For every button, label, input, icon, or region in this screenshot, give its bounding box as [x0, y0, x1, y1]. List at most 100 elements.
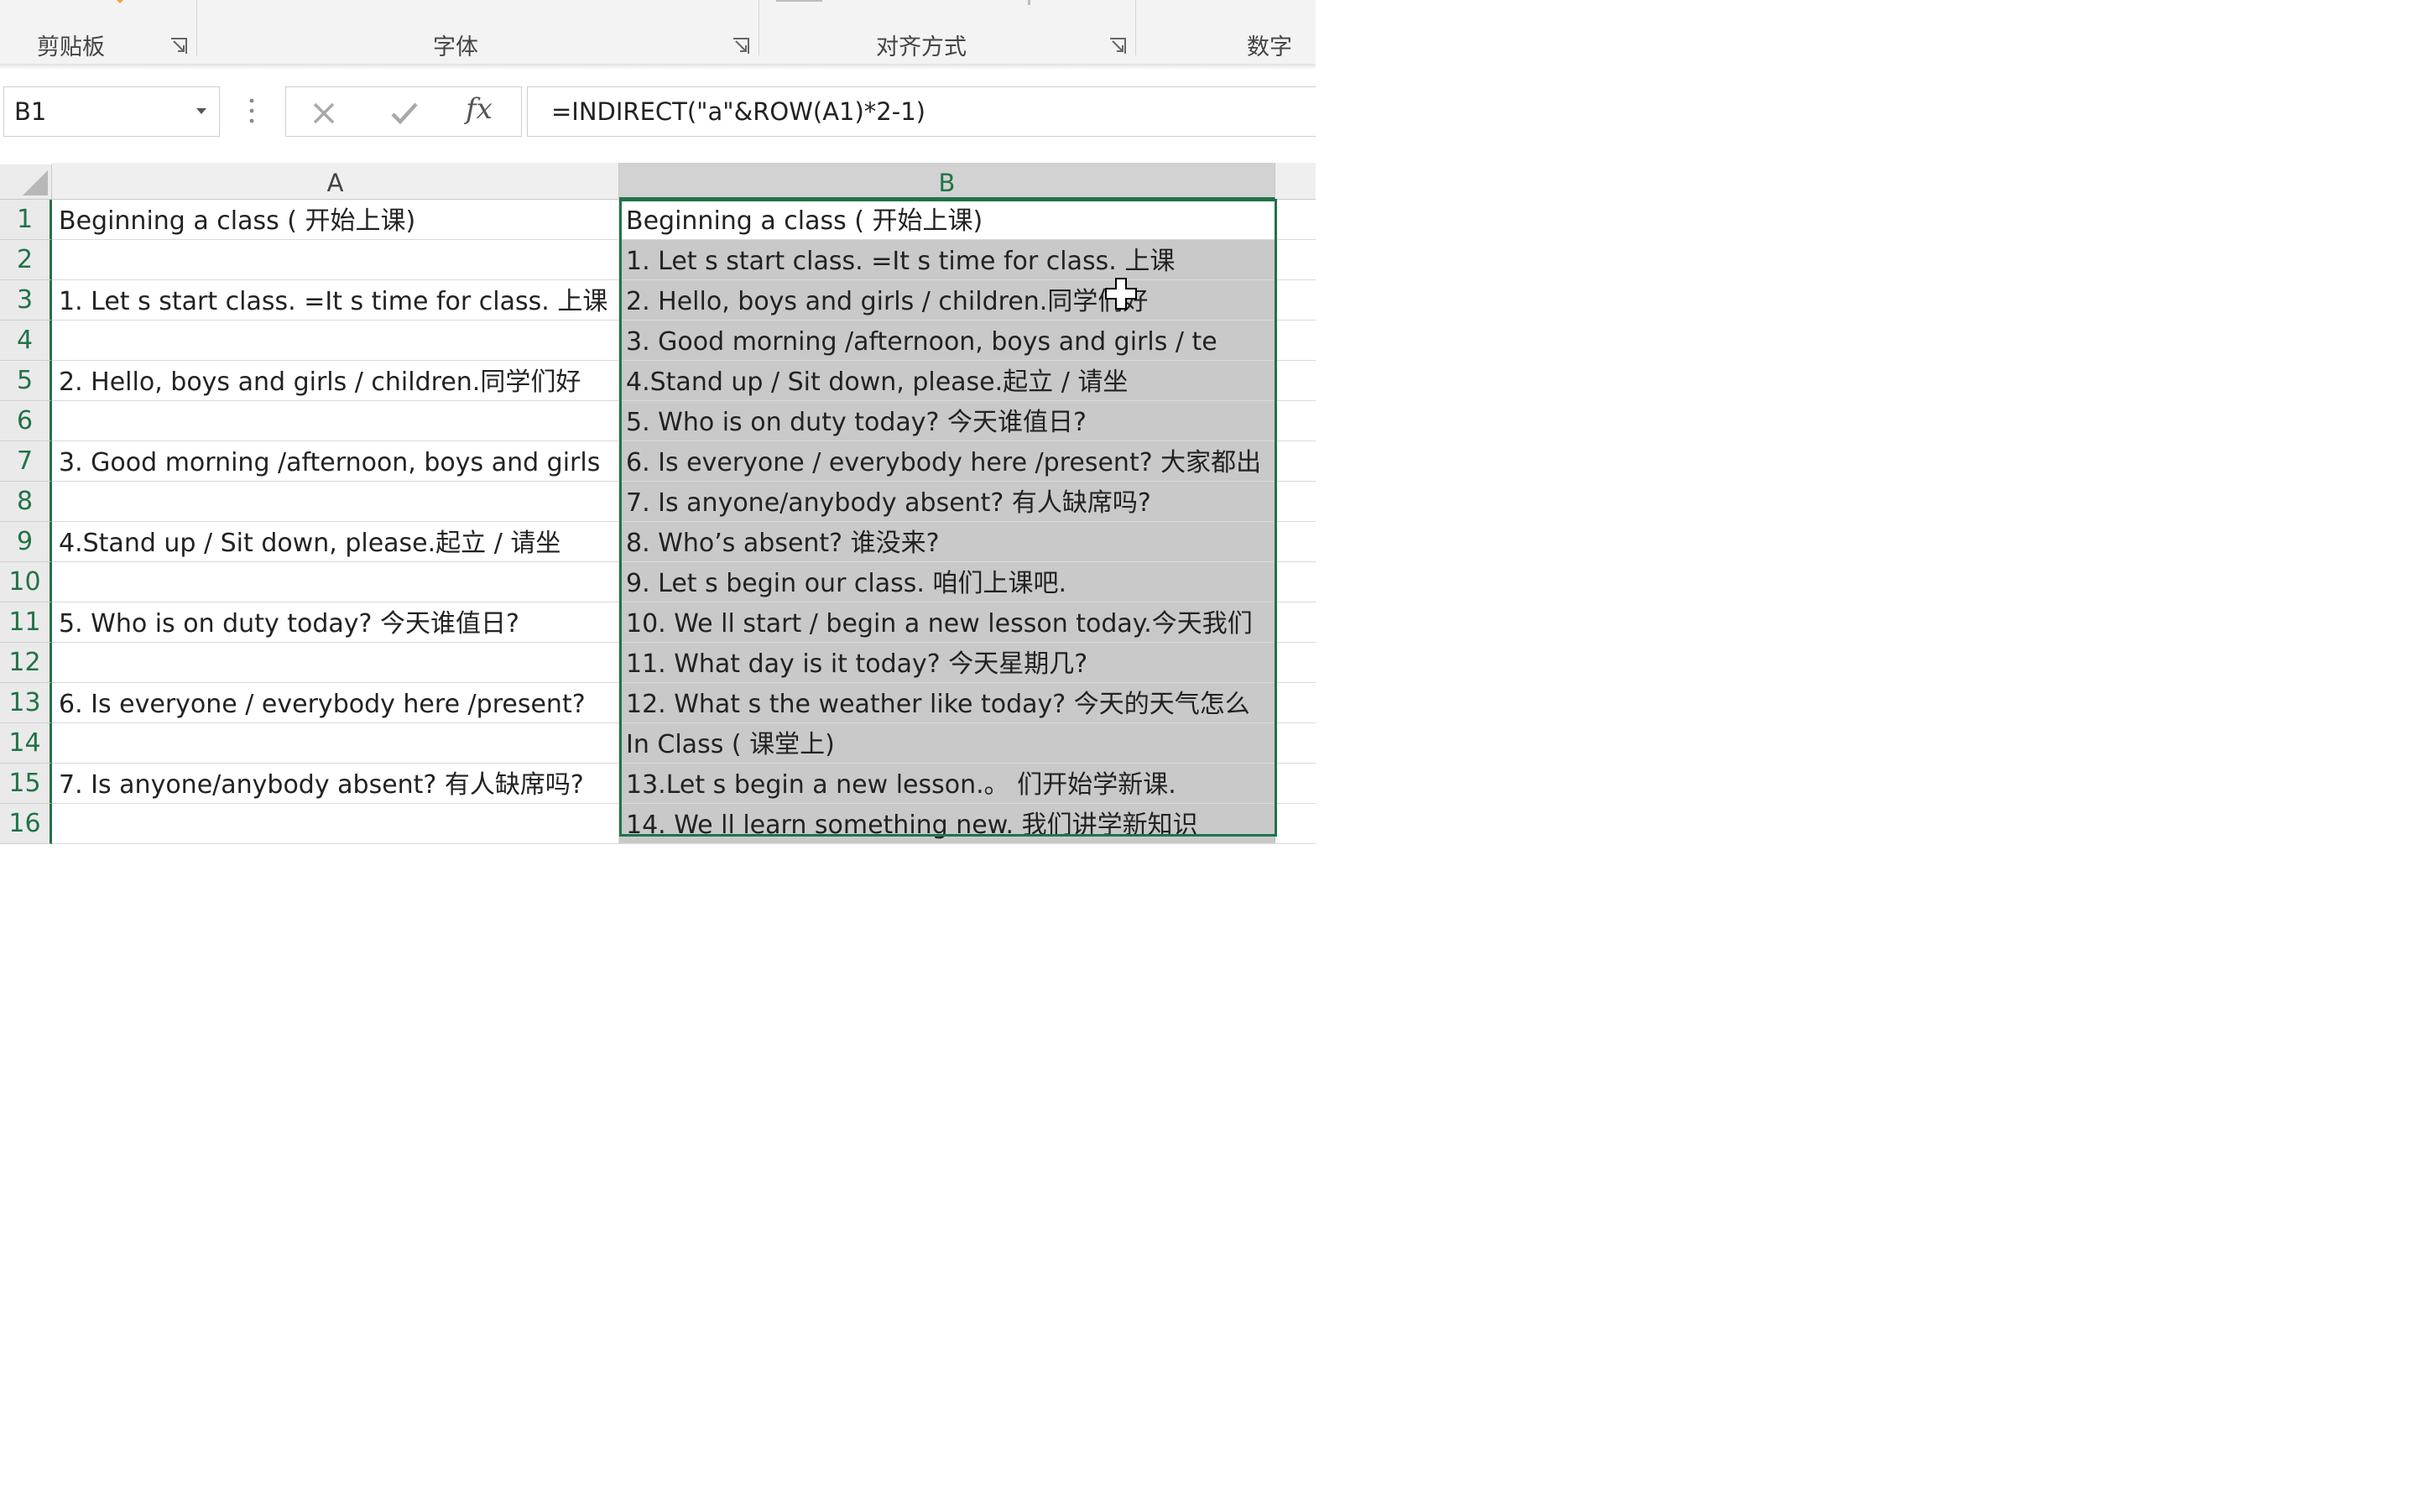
cell-a[interactable] [52, 804, 619, 843]
cell-c[interactable] [1275, 280, 1316, 320]
table-row: Beginning a class ( 开始上课) Beginning a cla… [52, 200, 1316, 240]
cell-c[interactable] [1275, 764, 1316, 803]
table-row: 5. Who is on duty today? 今天谁值日? 10. We ll… [52, 602, 1316, 643]
cell-c[interactable] [1275, 522, 1316, 561]
cell-b[interactable]: In Class ( 课堂上) [619, 723, 1275, 763]
alignment-dialog-launcher-icon[interactable] [1108, 37, 1127, 55]
ribbon-control-stub [1028, 0, 1030, 5]
row-header[interactable]: 14 [0, 723, 52, 764]
cell-c[interactable] [1275, 321, 1316, 360]
row-header[interactable]: 8 [0, 482, 52, 522]
cell-c[interactable] [1275, 562, 1316, 602]
cell-b[interactable]: 2. Hello, boys and girls / children.同学们好 [619, 280, 1275, 320]
row-header[interactable]: 11 [0, 602, 52, 643]
formula-bar-buttons: fx [285, 86, 522, 137]
cell-b[interactable]: 6. Is everyone / everybody here /present… [619, 441, 1275, 481]
insert-function-button[interactable]: fx [466, 92, 499, 129]
cell-a[interactable]: Beginning a class ( 开始上课) [52, 200, 619, 239]
cell-b[interactable]: 14. We ll learn something new. 我们讲学新知识 [619, 804, 1275, 843]
cell-c[interactable] [1275, 361, 1316, 400]
cell-b[interactable]: 7. Is anyone/anybody absent? 有人缺席吗? [619, 482, 1275, 521]
name-box[interactable]: B1 [3, 86, 220, 137]
row-header[interactable]: 16 [0, 804, 52, 844]
row-header[interactable]: 3 [0, 280, 52, 321]
cell-b[interactable]: 12. What s the weather like today? 今天的天气… [619, 683, 1275, 722]
cell-c[interactable] [1275, 804, 1316, 843]
cell-a[interactable] [52, 643, 619, 682]
table-row: 11. What day is it today? 今天星期几? [52, 643, 1316, 683]
cell-c[interactable] [1275, 441, 1316, 481]
cell-a[interactable] [52, 401, 619, 441]
table-row: 2. Hello, boys and girls / children.同学们好… [52, 361, 1316, 401]
cell-select-cursor-icon [1105, 278, 1137, 310]
cell-b[interactable]: 3. Good morning /afternoon, boys and gir… [619, 321, 1275, 360]
format-painter-icon[interactable] [109, 0, 131, 7]
table-row: In Class ( 课堂上) [52, 723, 1316, 764]
cell-b[interactable]: 5. Who is on duty today? 今天谁值日? [619, 401, 1275, 441]
cell-b[interactable]: 1. Let s start class. =It s time for cla… [619, 240, 1275, 279]
cell-b[interactable]: 4.Stand up / Sit down, please.起立 / 请坐 [619, 361, 1275, 400]
cell-b[interactable]: 10. We ll start / begin a new lesson tod… [619, 602, 1275, 642]
cell-b[interactable]: 11. What day is it today? 今天星期几? [619, 643, 1275, 682]
select-all-button[interactable] [0, 164, 52, 200]
row-header[interactable]: 7 [0, 441, 52, 482]
number-group-label: 数字 [1247, 34, 1292, 60]
cell-a[interactable] [52, 240, 619, 279]
row-header[interactable]: 5 [0, 361, 52, 401]
row-header[interactable]: 6 [0, 401, 52, 441]
cell-a[interactable]: 3. Good morning /afternoon, boys and gir… [52, 441, 619, 481]
column-header-c[interactable] [1275, 163, 1316, 200]
row-header[interactable]: 1 [0, 200, 52, 240]
table-row: 7. Is anyone/anybody absent? 有人缺席吗? [52, 482, 1316, 522]
cell-a[interactable] [52, 562, 619, 602]
select-all-triangle-icon [23, 170, 48, 196]
cell-b[interactable]: Beginning a class ( 开始上课) [619, 200, 1275, 239]
cell-b[interactable]: 8. Who’s absent? 谁没来? [619, 522, 1275, 561]
font-dialog-launcher-icon[interactable] [732, 37, 750, 55]
row-headers: 1 2 3 4 5 6 7 8 9 10 11 12 13 14 15 16 [0, 200, 52, 844]
chevron-down-icon[interactable] [196, 107, 207, 116]
cell-c[interactable] [1275, 602, 1316, 642]
cell-a[interactable]: 4.Stand up / Sit down, please.起立 / 请坐 [52, 522, 619, 561]
table-row: 14. We ll learn something new. 我们讲学新知识 [52, 804, 1316, 844]
formula-text[interactable]: =INDIRECT("a"&ROW(A1)*2-1) [551, 97, 925, 126]
row-header[interactable]: 12 [0, 643, 52, 683]
row-header[interactable]: 13 [0, 683, 52, 723]
cell-c[interactable] [1275, 683, 1316, 722]
cell-b[interactable]: 13.Let s begin a new lesson.。 们开始学新课. [619, 764, 1275, 803]
cell-c[interactable] [1275, 200, 1316, 239]
formula-input[interactable]: =INDIRECT("a"&ROW(A1)*2-1) [527, 86, 1316, 137]
row-header[interactable]: 15 [0, 764, 52, 804]
cell-c[interactable] [1275, 240, 1316, 279]
cell-a[interactable] [52, 723, 619, 763]
column-header-b[interactable]: B [619, 163, 1275, 200]
cancel-icon[interactable] [311, 101, 336, 126]
cell-a[interactable] [52, 321, 619, 360]
row-header[interactable]: 9 [0, 522, 52, 562]
cell-a[interactable]: 6. Is everyone / everybody here /present… [52, 683, 619, 722]
clipboard-dialog-launcher-icon[interactable] [169, 37, 188, 55]
cell-a[interactable] [52, 482, 619, 521]
row-header[interactable]: 4 [0, 321, 52, 361]
cell-c[interactable] [1275, 643, 1316, 682]
cell-a[interactable]: 7. Is anyone/anybody absent? 有人缺席吗? [52, 764, 619, 803]
table-row: 5. Who is on duty today? 今天谁值日? [52, 401, 1316, 441]
cell-a[interactable]: 2. Hello, boys and girls / children.同学们好 [52, 361, 619, 400]
cell-c[interactable] [1275, 723, 1316, 763]
name-box-value[interactable]: B1 [14, 97, 46, 126]
column-header-a[interactable]: A [52, 163, 619, 200]
cell-a[interactable]: 5. Who is on duty today? 今天谁值日? [52, 602, 619, 642]
clipboard-group-label: 剪贴板 [37, 34, 105, 60]
cell-c[interactable] [1275, 401, 1316, 441]
group-separator [196, 0, 197, 55]
row-header[interactable]: 10 [0, 562, 52, 602]
cell-b[interactable]: 9. Let s begin our class. 咱们上课吧. [619, 562, 1275, 602]
table-row: 9. Let s begin our class. 咱们上课吧. [52, 562, 1316, 602]
cell-c[interactable] [1275, 482, 1316, 521]
formula-bar-resize-handle-icon[interactable] [243, 94, 260, 128]
font-group-label: 字体 [433, 34, 478, 60]
row-header[interactable]: 2 [0, 240, 52, 280]
cell-a[interactable]: 1. Let s start class. =It s time for cla… [52, 280, 619, 320]
check-icon[interactable] [390, 101, 419, 126]
table-row: 3. Good morning /afternoon, boys and gir… [52, 441, 1316, 482]
